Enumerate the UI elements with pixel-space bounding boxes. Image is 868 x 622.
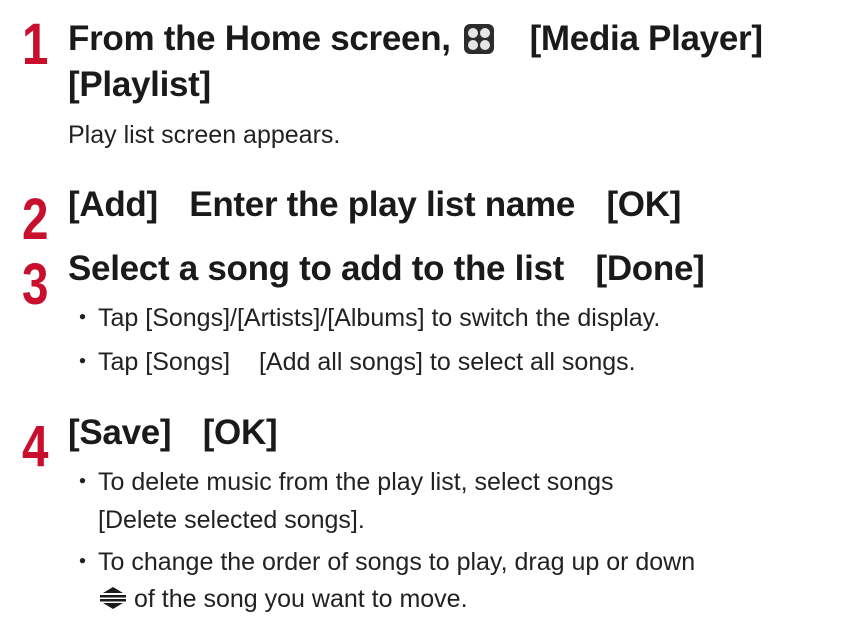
bullet-text: To change the order of songs to play, dr… (98, 548, 696, 576)
step-number: 2 (22, 187, 49, 252)
step-heading: Select a song to add to the list [Done] (68, 246, 705, 292)
bullet-item: ・ To delete music from the play list, sel… (70, 464, 614, 501)
step-text: [Media Player] (529, 19, 763, 58)
step-heading: From the Home screen, [Media Player] (68, 16, 763, 62)
step-heading: [Save] [OK] (68, 410, 278, 456)
bullet-dot: ・ (70, 548, 96, 576)
step-text: Enter the play list name (189, 185, 575, 224)
bullet-text: Tap [Songs] (98, 348, 231, 376)
bullet-text: Tap [Songs]/[Artists]/[Albums] to switch… (98, 304, 661, 332)
bullet-dot: ・ (70, 468, 96, 496)
step-heading-line2: [Playlist] (68, 65, 211, 104)
bullet-item: ・ To change the order of songs to play, d… (70, 544, 695, 581)
bullet-text: of the song you want to move. (134, 585, 468, 613)
step-text: [Add] (68, 185, 158, 224)
bullet-continuation: of the song you want to move. (98, 581, 468, 618)
bullet-continuation: [Delete selected songs]. (98, 506, 365, 534)
bullet-item: ・ Tap [Songs] [Add all songs] to select a… (70, 344, 636, 381)
step-text: From the Home screen, (68, 19, 451, 58)
step-text: [Done] (595, 249, 705, 288)
step-text: Select a song to add to the list (68, 249, 565, 288)
step-number: 3 (22, 252, 49, 317)
step-description: Play list screen appears. (68, 121, 341, 149)
step-heading: [Add] Enter the play list name [OK] (68, 182, 681, 228)
reorder-icon (98, 587, 128, 609)
step-text: [OK] (606, 185, 682, 224)
bullet-text: To delete music from the play list, sele… (98, 468, 614, 496)
app-grid-icon (464, 24, 495, 54)
bullet-dot: ・ (70, 348, 96, 376)
step-number: 1 (22, 12, 49, 77)
step-text: [Save] (68, 413, 172, 452)
bullet-item: ・ Tap [Songs]/[Artists]/[Albums] to switc… (70, 300, 660, 337)
step-text: [OK] (202, 413, 278, 452)
bullet-dot: ・ (70, 304, 96, 332)
bullet-text: [Add all songs] to select all songs. (258, 348, 636, 376)
step-number: 4 (22, 414, 49, 479)
